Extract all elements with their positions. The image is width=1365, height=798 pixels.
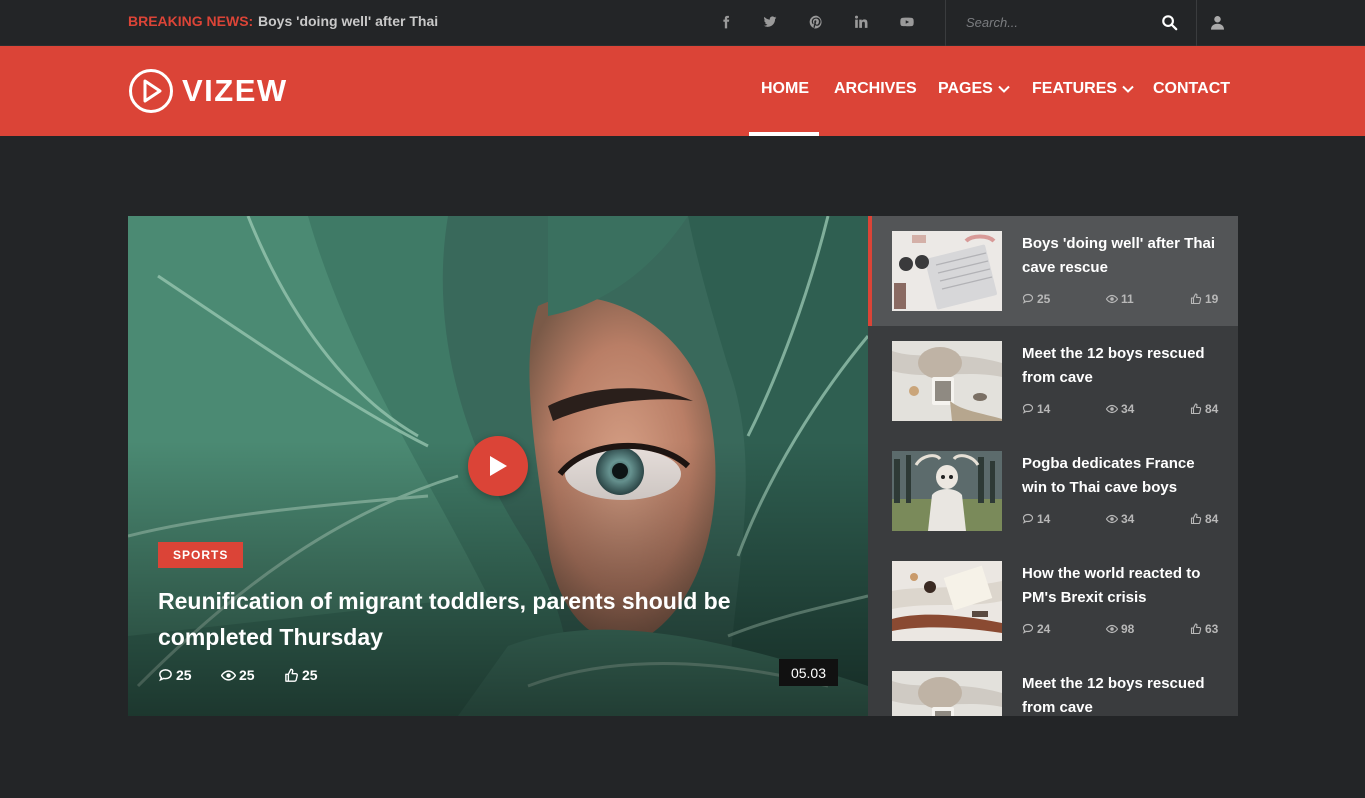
play-logo-icon [129,69,173,113]
playlist-thumbnail [892,341,1002,421]
youtube-icon[interactable] [897,12,917,32]
playlist-views: 11 [1106,292,1134,306]
playlist-likes: 84 [1190,402,1218,416]
eye-icon [1106,294,1118,304]
thumbs-up-icon [1190,513,1202,525]
featured-likes: 25 [284,667,318,683]
nav-archives[interactable]: ARCHIVES [834,80,917,98]
playlist-comments: 14 [1022,402,1050,416]
user-icon[interactable] [1207,11,1227,33]
likes-count: 19 [1205,292,1219,306]
top-divider [945,0,946,46]
top-bar: BREAKING NEWS: Boys 'doing well' after T… [0,0,1365,46]
playlist-item[interactable]: How the world reacted to PM's Brexit cri… [868,546,1238,656]
comments-icon [1022,623,1034,634]
site-header: VIZEW HOME ARCHIVES PAGES FEATURES CONTA… [0,46,1365,136]
playlist-views: 34 [1106,512,1134,526]
comments-icon [1022,513,1034,524]
playlist-item-title: Pogba dedicates France win to Thai cave … [1022,455,1195,496]
eye-icon [1106,514,1118,524]
logo-text: VIZEW [182,73,288,108]
play-icon [490,456,507,476]
views-count: 34 [1121,512,1135,526]
featured-comments: 25 [158,667,192,683]
comments-count: 24 [1037,622,1051,636]
linkedin-icon[interactable] [851,12,871,32]
playlist-item[interactable]: Pogba dedicates France win to Thai cave … [868,436,1238,546]
playlist-item-title: Meet the 12 boys rescued from cave [1022,675,1205,716]
playlist-item[interactable]: Meet the 12 boys rescued from cave [868,656,1238,716]
play-button[interactable] [468,436,528,496]
featured-views-count: 25 [239,667,255,683]
site-logo[interactable]: VIZEW [128,68,288,114]
playlist-item-title: Boys 'doing well' after Thai cave rescue [1022,235,1215,276]
playlist-comments: 25 [1022,292,1050,306]
eye-icon [1106,404,1118,414]
playlist-item-title: Meet the 12 boys rescued from cave [1022,345,1205,386]
playlist-item[interactable]: Meet the 12 boys rescued from cave 14 34… [868,326,1238,436]
playlist-likes: 63 [1190,622,1218,636]
thumbs-up-icon [285,668,298,682]
playlist-comments: 24 [1022,622,1050,636]
search-icon[interactable] [1158,11,1180,33]
playlist-likes: 19 [1190,292,1218,306]
likes-count: 84 [1205,512,1219,526]
breaking-news-text[interactable]: Boys 'doing well' after Thai [258,13,438,29]
top-divider [1196,0,1197,46]
nav-contact[interactable]: CONTACT [1153,80,1230,98]
nav-active-indicator [749,132,819,136]
featured-comments-count: 25 [176,667,192,683]
featured-views: 25 [221,667,255,683]
likes-count: 84 [1205,402,1219,416]
eye-icon [221,669,236,681]
comments-count: 14 [1037,402,1051,416]
views-count: 98 [1121,622,1135,636]
views-count: 34 [1121,402,1135,416]
playlist-thumbnail [892,231,1002,311]
thumbs-up-icon [1190,293,1202,305]
playlist-item[interactable]: Boys 'doing well' after Thai cave rescue… [868,216,1238,326]
views-count: 11 [1121,292,1134,306]
nav-pages[interactable]: PAGES [938,80,1010,98]
thumbs-up-icon [1190,623,1202,635]
nav-contact-label: CONTACT [1153,80,1231,97]
category-badge[interactable]: SPORTS [158,542,244,568]
pinterest-icon[interactable] [806,12,826,32]
comments-icon [1022,293,1034,304]
playlist-comments: 14 [1022,512,1050,526]
chevron-down-icon [1122,85,1134,93]
facebook-icon[interactable] [716,12,736,32]
nav-home-label: HOME [761,80,809,97]
featured-likes-count: 25 [302,667,318,683]
thumbs-up-icon [1190,403,1202,415]
playlist-thumbnail [892,671,1002,716]
nav-features[interactable]: FEATURES [1032,80,1134,98]
playlist-likes: 84 [1190,512,1218,526]
comments-count: 14 [1037,512,1051,526]
search-input[interactable] [958,8,1148,36]
playlist-views: 98 [1106,622,1134,636]
playlist-thumbnail [892,561,1002,641]
twitter-icon[interactable] [760,12,780,32]
nav-features-label: FEATURES [1032,80,1118,97]
video-duration: 05.03 [779,659,838,686]
video-playlist: Boys 'doing well' after Thai cave rescue… [868,216,1238,716]
playlist-item-title: How the world reacted to PM's Brexit cri… [1022,565,1201,606]
playlist-thumbnail [892,451,1002,531]
playlist-views: 34 [1106,402,1134,416]
nav-pages-label: PAGES [938,80,993,97]
nav-home[interactable]: HOME [761,80,809,98]
breaking-news-label: BREAKING NEWS: [128,13,254,29]
likes-count: 63 [1205,622,1219,636]
comments-icon [159,668,172,681]
comments-count: 25 [1037,292,1051,306]
comments-icon [1022,403,1034,414]
eye-icon [1106,624,1118,634]
featured-title[interactable]: Reunification of migrant toddlers, paren… [158,583,758,655]
chevron-down-icon [998,85,1010,93]
featured-video[interactable]: SPORTS Reunification of migrant toddlers… [128,216,868,716]
nav-archives-label: ARCHIVES [834,80,917,97]
